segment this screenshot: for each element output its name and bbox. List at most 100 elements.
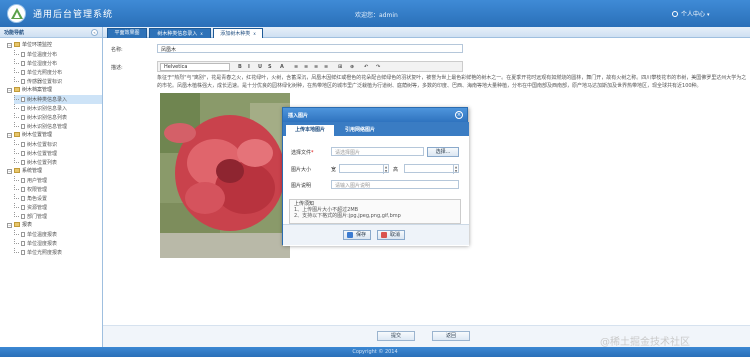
collapse-icon[interactable]: « (91, 29, 98, 36)
flower-image (160, 93, 290, 258)
file-input[interactable]: 请选择图片 (331, 147, 424, 156)
watermark: @稀土掘金技术社区 (600, 337, 690, 348)
tab-upload-local[interactable]: 上传本地图片 (286, 125, 334, 136)
align-center-icon[interactable]: ≡ (304, 64, 308, 70)
close-icon[interactable]: x (200, 31, 202, 36)
chevron-down-icon: ▾ (707, 12, 710, 18)
list-icon[interactable]: ≡ (324, 64, 328, 70)
italic-icon[interactable]: I (248, 64, 250, 70)
collapse-tree-icon[interactable]: − (7, 88, 12, 93)
document-icon (21, 160, 25, 165)
sidebar-group[interactable]: − 系统管理 (7, 167, 42, 176)
sidebar-item[interactable]: 树木识别信息列表 (14, 113, 102, 122)
tab-floor-plan[interactable]: 平面效果图 (107, 28, 147, 38)
document-icon (21, 250, 25, 255)
browse-button[interactable]: 选择... (427, 147, 459, 157)
sidebar-group[interactable]: − 报表 (7, 221, 32, 230)
folder-icon (14, 132, 20, 137)
document-icon (21, 205, 25, 210)
required-mark: * (311, 150, 314, 156)
align-right-icon[interactable]: ≡ (314, 64, 318, 70)
name-input[interactable]: 凤凰木 (157, 44, 463, 53)
sidebar-item[interactable]: 角色设置 (14, 194, 102, 203)
insert-image-dialog: 插入图片 × 上传本地图片 引用网络图片 选择文件* 请选择图片 选择... 图… (282, 107, 469, 246)
close-icon[interactable]: x (253, 31, 255, 36)
sidebar-item[interactable]: 资源管理 (14, 203, 102, 212)
sidebar-item[interactable]: 单位光照度报表 (14, 248, 102, 257)
close-icon[interactable]: × (455, 111, 463, 119)
font-select[interactable]: Helvetica (160, 63, 230, 71)
sidebar-item[interactable]: 树木位置列表 (14, 158, 102, 167)
user-center-label: 个人中心 (681, 11, 706, 18)
image-icon[interactable]: ⊞ (338, 64, 342, 70)
strike-icon[interactable]: S (268, 64, 272, 70)
sidebar-group[interactable]: − 树木档案管理 (7, 86, 52, 95)
collapse-tree-icon[interactable]: − (7, 43, 12, 48)
align-left-icon[interactable]: ≡ (294, 64, 298, 70)
user-center-menu[interactable]: 个人中心 ▾ (672, 9, 710, 18)
sidebar-item-selected[interactable]: 树木种类信息录入 (14, 95, 102, 104)
footer: Copyright © 2014 (0, 347, 750, 357)
text-color-icon[interactable]: A (280, 64, 284, 70)
sidebar-item[interactable]: 单位温度报表 (14, 230, 102, 239)
sidebar-item[interactable]: 权限管理 (14, 185, 102, 194)
document-icon (21, 232, 25, 237)
document-icon (21, 187, 25, 192)
undo-icon[interactable]: ↶ (364, 64, 368, 70)
size-label: 图片大小 (291, 167, 312, 173)
height-input[interactable]: ▲ ▼ (404, 164, 459, 174)
sidebar-group[interactable]: − 树木位置管理 (7, 131, 52, 140)
save-button[interactable]: 保存 (343, 230, 371, 240)
sidebar-item[interactable]: 单位湿度报表 (14, 239, 102, 248)
sidebar-item[interactable]: 单位温度分布 (14, 50, 102, 59)
user-icon (672, 11, 678, 17)
sidebar-item[interactable]: 树木位置管理 (14, 149, 102, 158)
document-icon (21, 106, 25, 111)
redo-icon[interactable]: ↷ (376, 64, 380, 70)
width-label: 宽 (331, 167, 337, 173)
sidebar-item[interactable]: 树木位置标识 (14, 140, 102, 149)
image-desc-input[interactable]: 请输入图片说明 (331, 180, 459, 189)
bold-icon[interactable]: B (238, 64, 242, 70)
stepper-icon[interactable]: ▲ ▼ (453, 165, 458, 174)
link-icon[interactable]: ⊕ (350, 64, 354, 70)
document-icon (21, 124, 25, 129)
upload-tips: 上传须知 1、上传图片大小不超过2MB 2、支持以下格式的图片:jpg,jpeg… (289, 199, 461, 224)
sidebar-item[interactable]: 树木识别信息录入 (14, 104, 102, 113)
cancel-button[interactable]: 取消 (377, 230, 405, 240)
top-bar: 通用后台管理系统 欢迎您：admin 个人中心 ▾ (0, 0, 750, 27)
tab-tree-species-entry[interactable]: 树木种类信息录入 x (149, 28, 211, 38)
description-text[interactable]: 象征于"热烈"与"离别"，花是青春之火，红花绿叶，火树，含蓄深沉，凤凰木因鲜红或… (157, 74, 747, 90)
dialog-tabs: 上传本地图片 引用网络图片 (283, 122, 469, 136)
document-icon (21, 151, 25, 156)
submit-button[interactable]: 提交 (377, 331, 415, 341)
document-icon (21, 142, 25, 147)
sidebar-item[interactable]: 用户管理 (14, 176, 102, 185)
sidebar-item[interactable]: 单位光照度分布 (14, 68, 102, 77)
collapse-tree-icon[interactable]: − (7, 133, 12, 138)
folder-icon (14, 87, 20, 92)
document-icon (21, 214, 25, 219)
dialog-header: 插入图片 × (283, 108, 467, 122)
width-input[interactable]: ▲ ▼ (339, 164, 389, 174)
document-icon (21, 61, 25, 66)
app-logo (7, 4, 26, 23)
sidebar-group[interactable]: − 单位环境监控 (7, 41, 52, 50)
description-label: 描述: (111, 65, 123, 71)
logo-icon (11, 8, 23, 19)
document-icon (21, 70, 25, 75)
document-icon (21, 178, 25, 183)
sidebar-title: 功能导航 (4, 30, 25, 36)
return-button[interactable]: 返回 (432, 331, 470, 341)
collapse-tree-icon[interactable]: − (7, 169, 12, 174)
underline-icon[interactable]: U (258, 64, 262, 70)
collapse-tree-icon[interactable]: − (7, 223, 12, 228)
stepper-icon[interactable]: ▲ ▼ (383, 165, 388, 174)
sidebar-item[interactable]: 单位湿度分布 (14, 59, 102, 68)
tab-web-image[interactable]: 引用网络图片 (336, 125, 384, 136)
sidebar-item[interactable]: 部门管理 (14, 212, 102, 221)
sidebar-item[interactable]: 传感器位置标识 (14, 77, 102, 86)
sidebar-item[interactable]: 树木识别信息管理 (14, 122, 102, 131)
document-icon (21, 97, 25, 102)
tab-add-tree-species[interactable]: 添加树木种类 x (213, 28, 263, 38)
